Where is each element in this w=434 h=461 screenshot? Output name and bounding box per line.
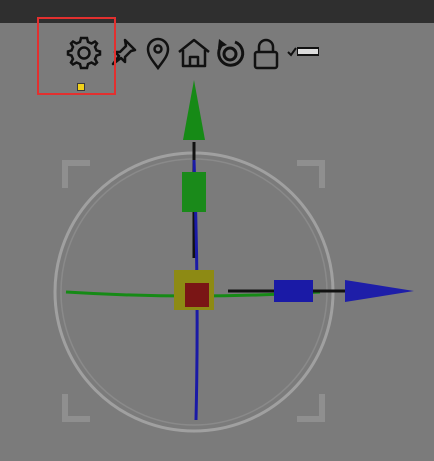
home-icon[interactable] [176, 37, 212, 69]
x-axis-scale-handle[interactable] [274, 280, 313, 302]
center-cube[interactable] [185, 283, 209, 307]
pushpin-icon[interactable] [108, 37, 138, 67]
y-axis-arrow[interactable] [183, 80, 205, 140]
rotate-reset-icon[interactable] [213, 36, 247, 70]
corner-bracket-top-right [297, 160, 325, 188]
checkbox-slider-icon[interactable] [286, 44, 320, 60]
padlock-icon[interactable] [252, 37, 280, 71]
corner-bracket-bottom-right [297, 394, 325, 422]
corner-bracket-bottom-left [62, 394, 90, 422]
gear-icon[interactable] [66, 35, 102, 71]
3d-viewport[interactable] [0, 0, 434, 461]
y-axis-scale-handle[interactable] [182, 172, 206, 212]
x-axis-arrow[interactable] [345, 280, 414, 302]
corner-bracket-top-left [62, 160, 90, 188]
map-pin-icon[interactable] [144, 36, 172, 70]
